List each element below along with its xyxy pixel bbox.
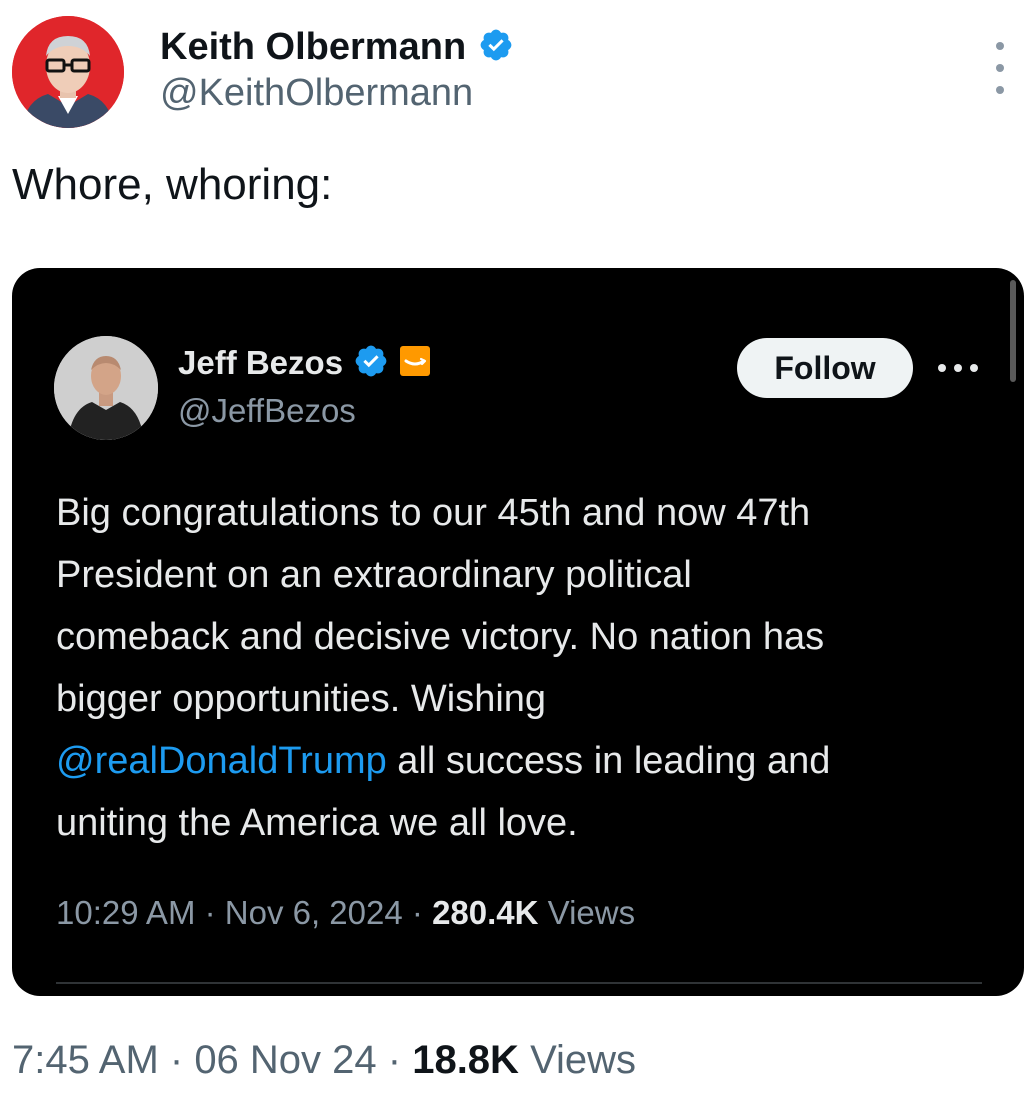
quoted-view-count: 280.4K: [432, 894, 539, 931]
quoted-time[interactable]: 10:29 AM: [56, 894, 195, 931]
tweet-views-label: Views: [530, 1038, 637, 1082]
amazon-affiliate-icon[interactable]: [399, 345, 431, 382]
author-avatar[interactable]: [12, 16, 124, 128]
quoted-author-name-row: Jeff Bezos: [178, 340, 431, 386]
body-line: uniting the America we all love.: [56, 802, 578, 844]
person-avatar-icon: [12, 16, 124, 128]
tweet-text: Whore, whoring:: [12, 160, 333, 209]
tweet-view-count: 18.8K: [412, 1038, 519, 1082]
tweet-meta: 7:45 AM · 06 Nov 24 · 18.8K Views: [12, 1038, 637, 1082]
quoted-views-label: Views: [547, 894, 636, 931]
person-avatar-icon: [54, 336, 158, 440]
tweet-date[interactable]: 06 Nov 24: [194, 1038, 376, 1082]
quoted-tweet-card[interactable]: Jeff Bezos @JeffBezos Follow Big congrat…: [12, 268, 1024, 996]
divider: [56, 982, 982, 984]
body-line: Big congratulations to our 45th and now …: [56, 492, 811, 534]
quoted-author-handle[interactable]: @JeffBezos: [178, 392, 356, 430]
more-options-icon[interactable]: [938, 362, 978, 374]
verified-badge-icon: [353, 343, 389, 384]
quoted-date[interactable]: Nov 6, 2024: [225, 894, 403, 931]
body-text-after-mention: all success in leading and: [386, 740, 831, 782]
mention-link[interactable]: @realDonaldTrump: [56, 740, 387, 782]
body-line-mention: @realDonaldTrump all success in leading …: [56, 730, 996, 792]
tweet-time[interactable]: 7:45 AM: [12, 1038, 159, 1082]
quoted-author-name[interactable]: Jeff Bezos: [178, 344, 343, 382]
body-line: comeback and decisive victory. No nation…: [56, 616, 825, 658]
scrollbar[interactable]: [1010, 280, 1016, 382]
quoted-tweet-meta: 10:29 AM · Nov 6, 2024 · 280.4K Views: [56, 894, 636, 931]
author-name[interactable]: Keith Olbermann: [160, 26, 466, 69]
author-handle[interactable]: @KeithOlbermann: [160, 72, 473, 115]
body-line: bigger opportunities. Wishing: [56, 678, 547, 720]
body-line: President on an extraordinary political: [56, 554, 692, 596]
verified-badge-icon: [478, 27, 514, 68]
author-name-row: Keith Olbermann: [160, 22, 514, 72]
more-options-icon[interactable]: [988, 42, 1012, 94]
follow-button[interactable]: Follow: [737, 338, 913, 398]
tweet-header: Keith Olbermann @KeithOlbermann: [12, 14, 1022, 130]
quoted-author-avatar[interactable]: [54, 336, 158, 440]
quoted-tweet-text: Big congratulations to our 45th and now …: [56, 482, 996, 854]
